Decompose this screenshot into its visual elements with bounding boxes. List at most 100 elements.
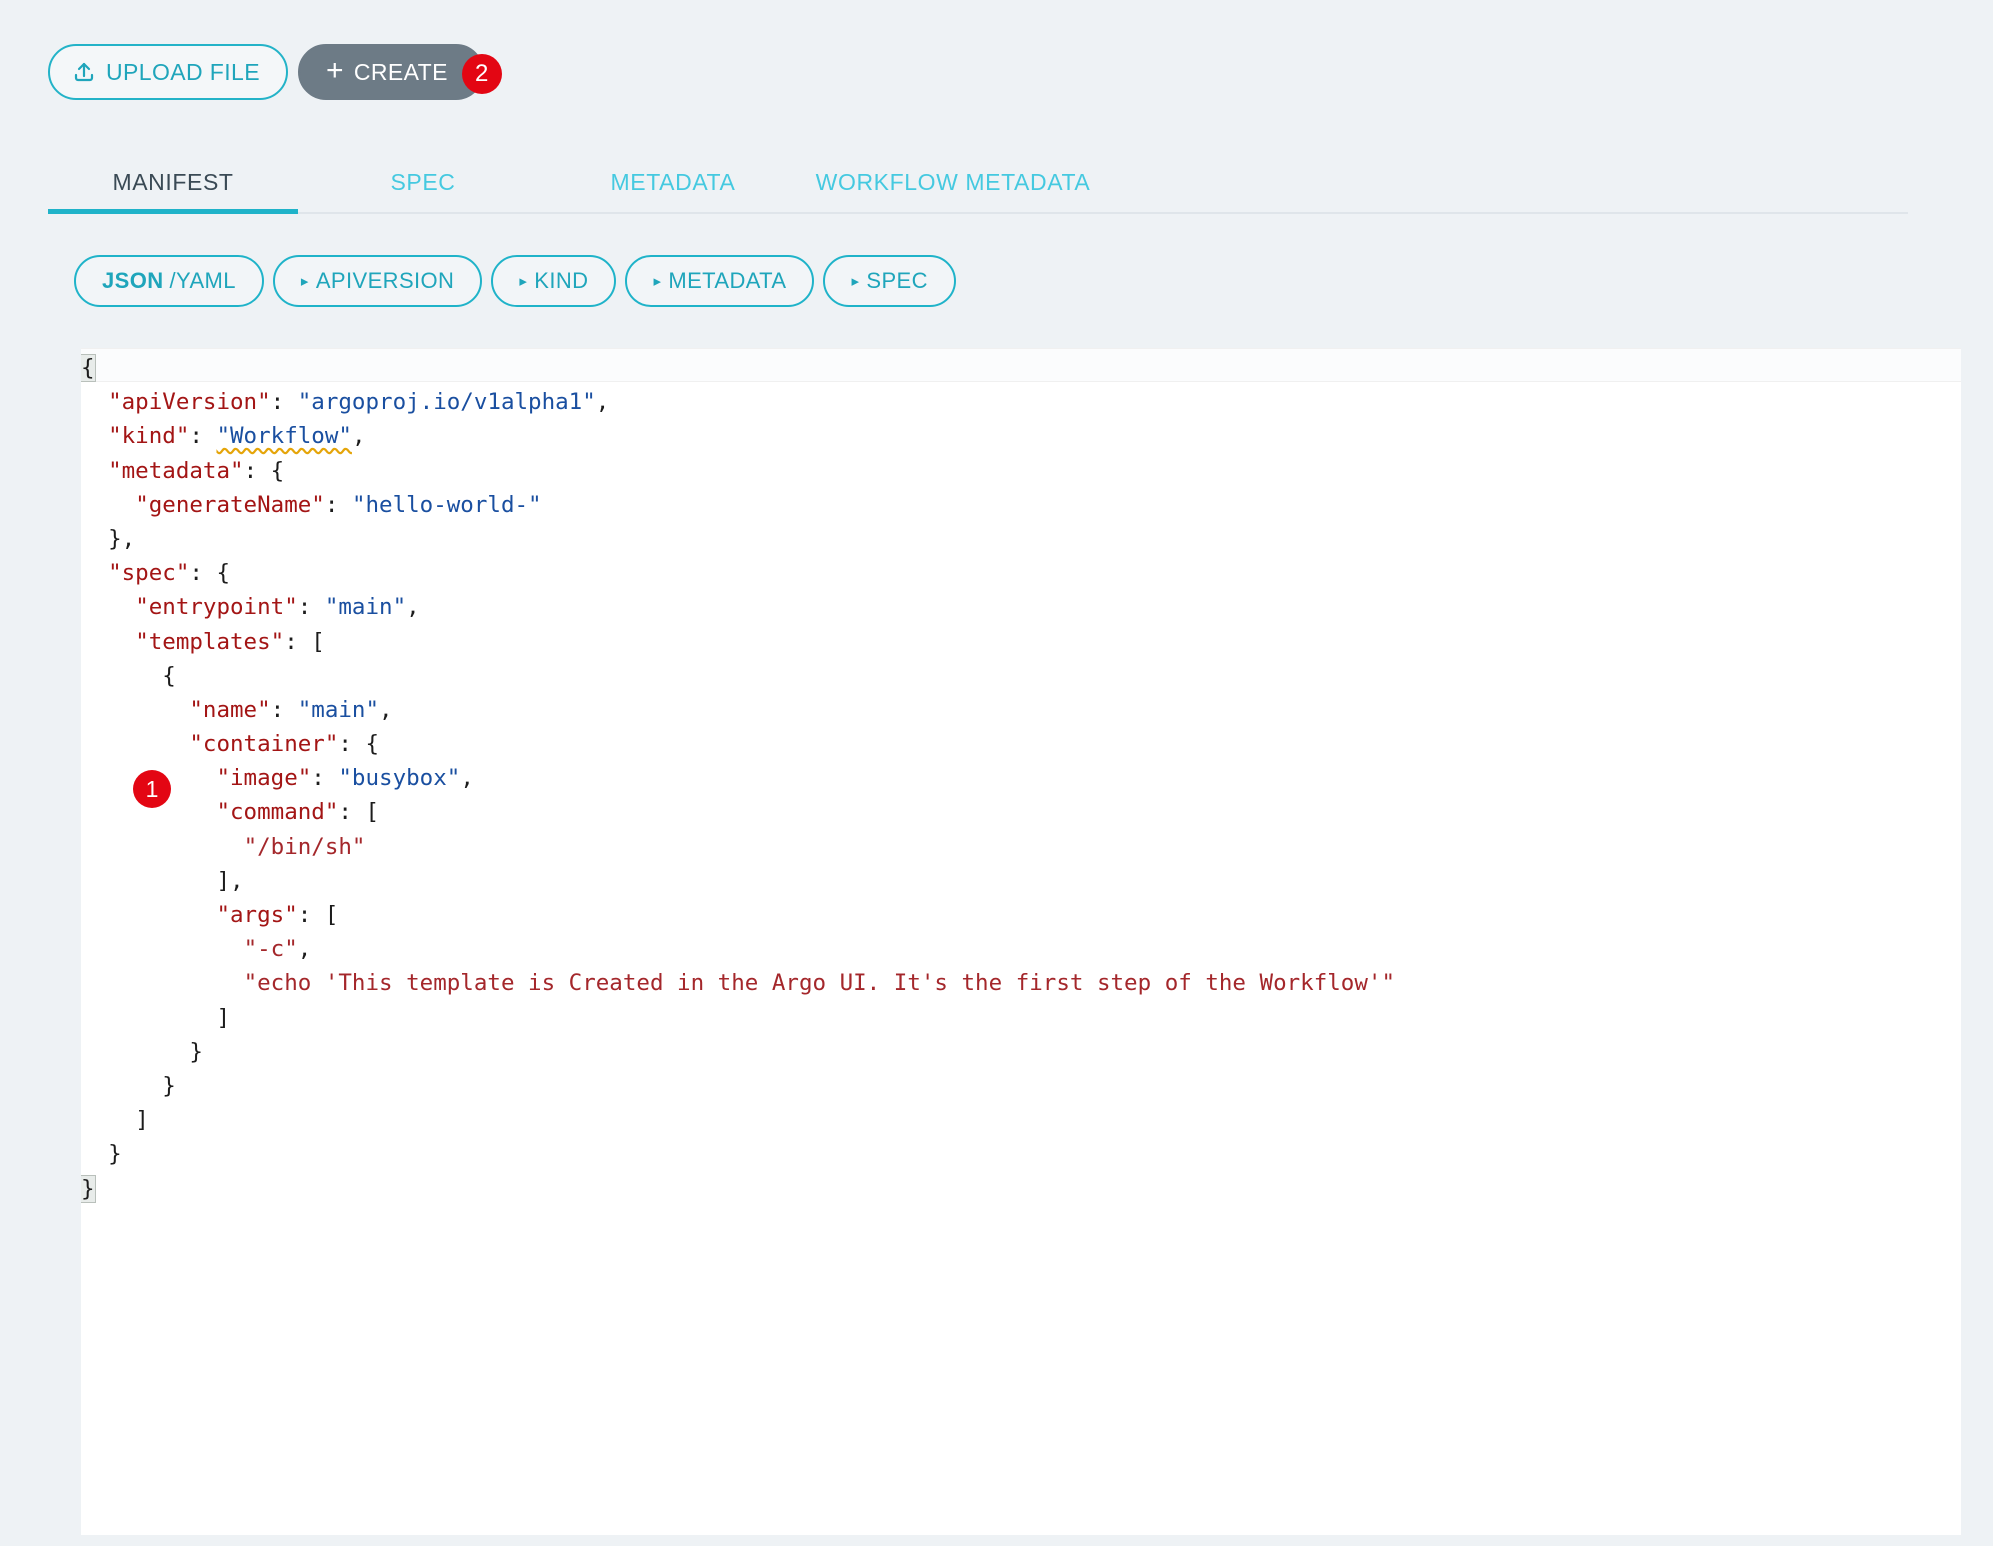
code-token: "Workflow" [216, 423, 352, 450]
code-token: "argoproj.io/v1alpha1" [297, 389, 596, 416]
tab-metadata[interactable]: METADATA [548, 152, 798, 212]
code-line: "/bin/sh" [81, 830, 1961, 864]
code-line: } [81, 1137, 1961, 1171]
pill-spec-label: SPEC [866, 268, 928, 293]
code-token: } [108, 1141, 122, 1168]
code-token: : [ [338, 799, 380, 826]
code-line: "generateName": "hello-world-" [81, 488, 1961, 522]
code-token: : [270, 696, 298, 723]
code-token: : { [243, 457, 285, 484]
chevron-right-icon: ▸ [300, 272, 309, 290]
pill-apiversion-label: APIVERSION [315, 268, 455, 293]
toolbar: UPLOAD FILE + CREATE 2 [48, 44, 502, 100]
code-line: "metadata": { [81, 454, 1961, 488]
code-line: { [81, 351, 1961, 385]
code-token: "entrypoint" [135, 594, 298, 621]
code-token: ] [135, 1107, 149, 1134]
code-token: "args" [216, 902, 298, 928]
tab-bar: MANIFEST SPEC METADATA WORKFLOW METADATA [48, 152, 1908, 214]
tab-spec[interactable]: SPEC [298, 152, 548, 212]
code-token: : [189, 423, 217, 450]
tab-workflow-metadata[interactable]: WORKFLOW METADATA [798, 152, 1108, 212]
code-line: ] [81, 1001, 1961, 1035]
code-token: : [ [297, 902, 339, 928]
code-line: "echo 'This template is Created in the A… [81, 966, 1961, 1000]
chevron-right-icon: ▸ [851, 272, 860, 290]
code-token: "command" [216, 799, 339, 826]
code-token: "busybox" [338, 765, 461, 792]
code-token: , [297, 936, 312, 963]
pill-metadata[interactable]: ▸ METADATA [625, 255, 815, 307]
code-token: } [81, 1174, 96, 1203]
code-line: "spec": { [81, 556, 1961, 590]
create-button[interactable]: + CREATE 2 [297, 44, 502, 100]
code-line: "kind": "Workflow", [81, 419, 1961, 453]
code-token: , [379, 696, 393, 723]
pill-kind[interactable]: ▸ KIND [491, 255, 617, 307]
code-token: : { [189, 560, 231, 587]
code-token: "container" [189, 731, 339, 758]
code-line: ] [81, 1103, 1961, 1137]
tab-manifest[interactable]: MANIFEST [48, 152, 298, 214]
pill-kind-label: KIND [534, 268, 589, 293]
chevron-right-icon: ▸ [653, 272, 662, 290]
code-line: } [81, 1172, 1961, 1206]
code-token: ] [216, 1004, 231, 1031]
code-token: "generateName" [135, 491, 325, 518]
code-token: "main" [324, 594, 407, 621]
code-token: { [162, 662, 176, 689]
pill-metadata-label: METADATA [668, 268, 787, 293]
code-line: "templates": [ [81, 625, 1961, 659]
code-token: { [81, 354, 96, 382]
code-token: "spec" [108, 560, 190, 587]
code-token: "templates" [135, 628, 285, 655]
code-token: "echo 'This template is Created in the A… [243, 970, 1395, 997]
manifest-code-editor[interactable]: { "apiVersion": "argoproj.io/v1alpha1", … [81, 348, 1961, 1535]
code-token: } [189, 1038, 203, 1065]
manifest-nav-pills: JSON/YAML ▸ APIVERSION ▸ KIND ▸ METADATA ▸ S… [74, 255, 956, 307]
chevron-right-icon: ▸ [519, 272, 528, 290]
pill-apiversion[interactable]: ▸ APIVERSION [272, 255, 483, 307]
code-line: "image": "busybox", [81, 761, 1961, 795]
plus-icon: + [325, 54, 344, 87]
code-line: "container": { [81, 727, 1961, 761]
code-line: "entrypoint": "main", [81, 590, 1961, 624]
code-line: "-c", [81, 932, 1961, 966]
code-line: "name": "main", [81, 693, 1961, 727]
upload-file-button[interactable]: UPLOAD FILE [48, 44, 288, 100]
code-token: "/bin/sh" [243, 833, 366, 860]
code-token: "-c" [243, 936, 298, 963]
code-token: "kind" [108, 423, 190, 450]
code-token: "main" [297, 696, 380, 723]
code-token: , [351, 423, 366, 450]
pill-spec[interactable]: ▸ SPEC [823, 255, 956, 307]
code-token: "image" [216, 765, 312, 792]
code-line: "args": [ [81, 898, 1961, 932]
code-line: } [81, 1069, 1961, 1103]
pill-json-yaml[interactable]: JSON/YAML [74, 255, 264, 307]
code-token: : [270, 389, 298, 416]
code-token: : [311, 765, 339, 792]
code-token: } [162, 1072, 176, 1099]
json-manifest-code[interactable]: { "apiVersion": "argoproj.io/v1alpha1", … [81, 348, 1961, 1206]
code-line: }, [81, 522, 1961, 556]
code-token: "name" [189, 696, 271, 723]
create-step-badge: 2 [461, 54, 502, 94]
code-token: }, [108, 525, 136, 552]
code-line: "apiVersion": "argoproj.io/v1alpha1", [81, 385, 1961, 419]
code-line: { [81, 659, 1961, 693]
code-line: "command": [ [81, 795, 1961, 829]
pill-json-strong: JSON [102, 268, 164, 293]
code-token: , [595, 389, 610, 416]
pill-json-rest: /YAML [169, 268, 236, 293]
upload-icon [72, 60, 96, 84]
code-token: "metadata" [108, 457, 244, 484]
code-token: : [ [284, 628, 325, 655]
code-token: , [460, 765, 474, 792]
code-token: "hello-world-" [351, 491, 542, 518]
code-line: } [81, 1035, 1961, 1069]
create-label: CREATE [353, 58, 448, 85]
code-token: , [406, 594, 420, 621]
code-line: ], [81, 864, 1961, 898]
upload-file-label: UPLOAD FILE [106, 58, 260, 85]
